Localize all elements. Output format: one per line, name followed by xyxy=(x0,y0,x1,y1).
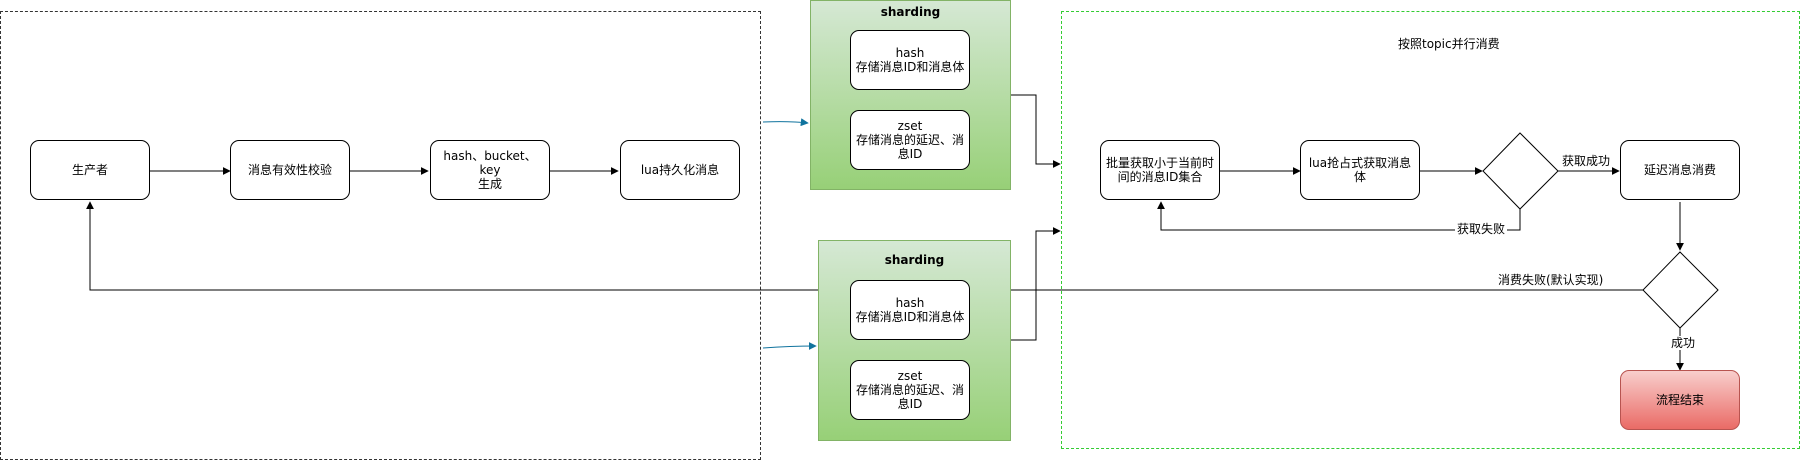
sharding-panel-bottom-title: sharding xyxy=(884,253,945,267)
sharding-panel-top-title: sharding xyxy=(880,5,941,19)
label-fetch-success: 获取成功 xyxy=(1560,154,1613,168)
edge-bottom-shard-consumer xyxy=(1010,227,1061,341)
node-hash-bottom[interactable]: hash 存储消息ID和消息体 xyxy=(850,280,970,340)
node-validate[interactable]: 消息有效性校验 xyxy=(230,140,350,200)
node-consume[interactable]: 延迟消息消费 xyxy=(1620,140,1740,200)
label-success: 成功 xyxy=(1669,336,1698,350)
node-producer[interactable]: 生产者 xyxy=(30,140,150,200)
node-hash-top[interactable]: hash 存储消息ID和消息体 xyxy=(850,30,970,90)
edge-to-top-shard xyxy=(762,118,809,127)
node-keygen[interactable]: hash、bucket、key 生成 xyxy=(430,140,550,200)
edge-top-shard-consumer xyxy=(1010,94,1061,168)
consumer-region-title: 按照topic并行消费 xyxy=(1398,37,1500,51)
node-zset-top[interactable]: zset 存储消息的延迟、消 息ID xyxy=(850,110,970,170)
node-persist[interactable]: lua持久化消息 xyxy=(620,140,740,200)
label-fetch-fail: 获取失败 xyxy=(1455,222,1508,236)
label-consume-fail: 消费失败(默认实现) xyxy=(1496,273,1606,287)
edge-to-bottom-shard xyxy=(762,342,817,351)
node-grab[interactable]: lua抢占式获取消息体 xyxy=(1300,140,1420,200)
node-zset-bottom[interactable]: zset 存储消息的延迟、消 息ID xyxy=(850,360,970,420)
node-batch-fetch[interactable]: 批量获取小于当前时 间的消息ID集合 xyxy=(1100,140,1220,200)
producer-region xyxy=(0,11,761,460)
flow-diagram: 按照topic并行消费 sharding sharding 生产者 消息有效性校… xyxy=(0,0,1801,461)
node-end[interactable]: 流程结束 xyxy=(1620,370,1740,430)
